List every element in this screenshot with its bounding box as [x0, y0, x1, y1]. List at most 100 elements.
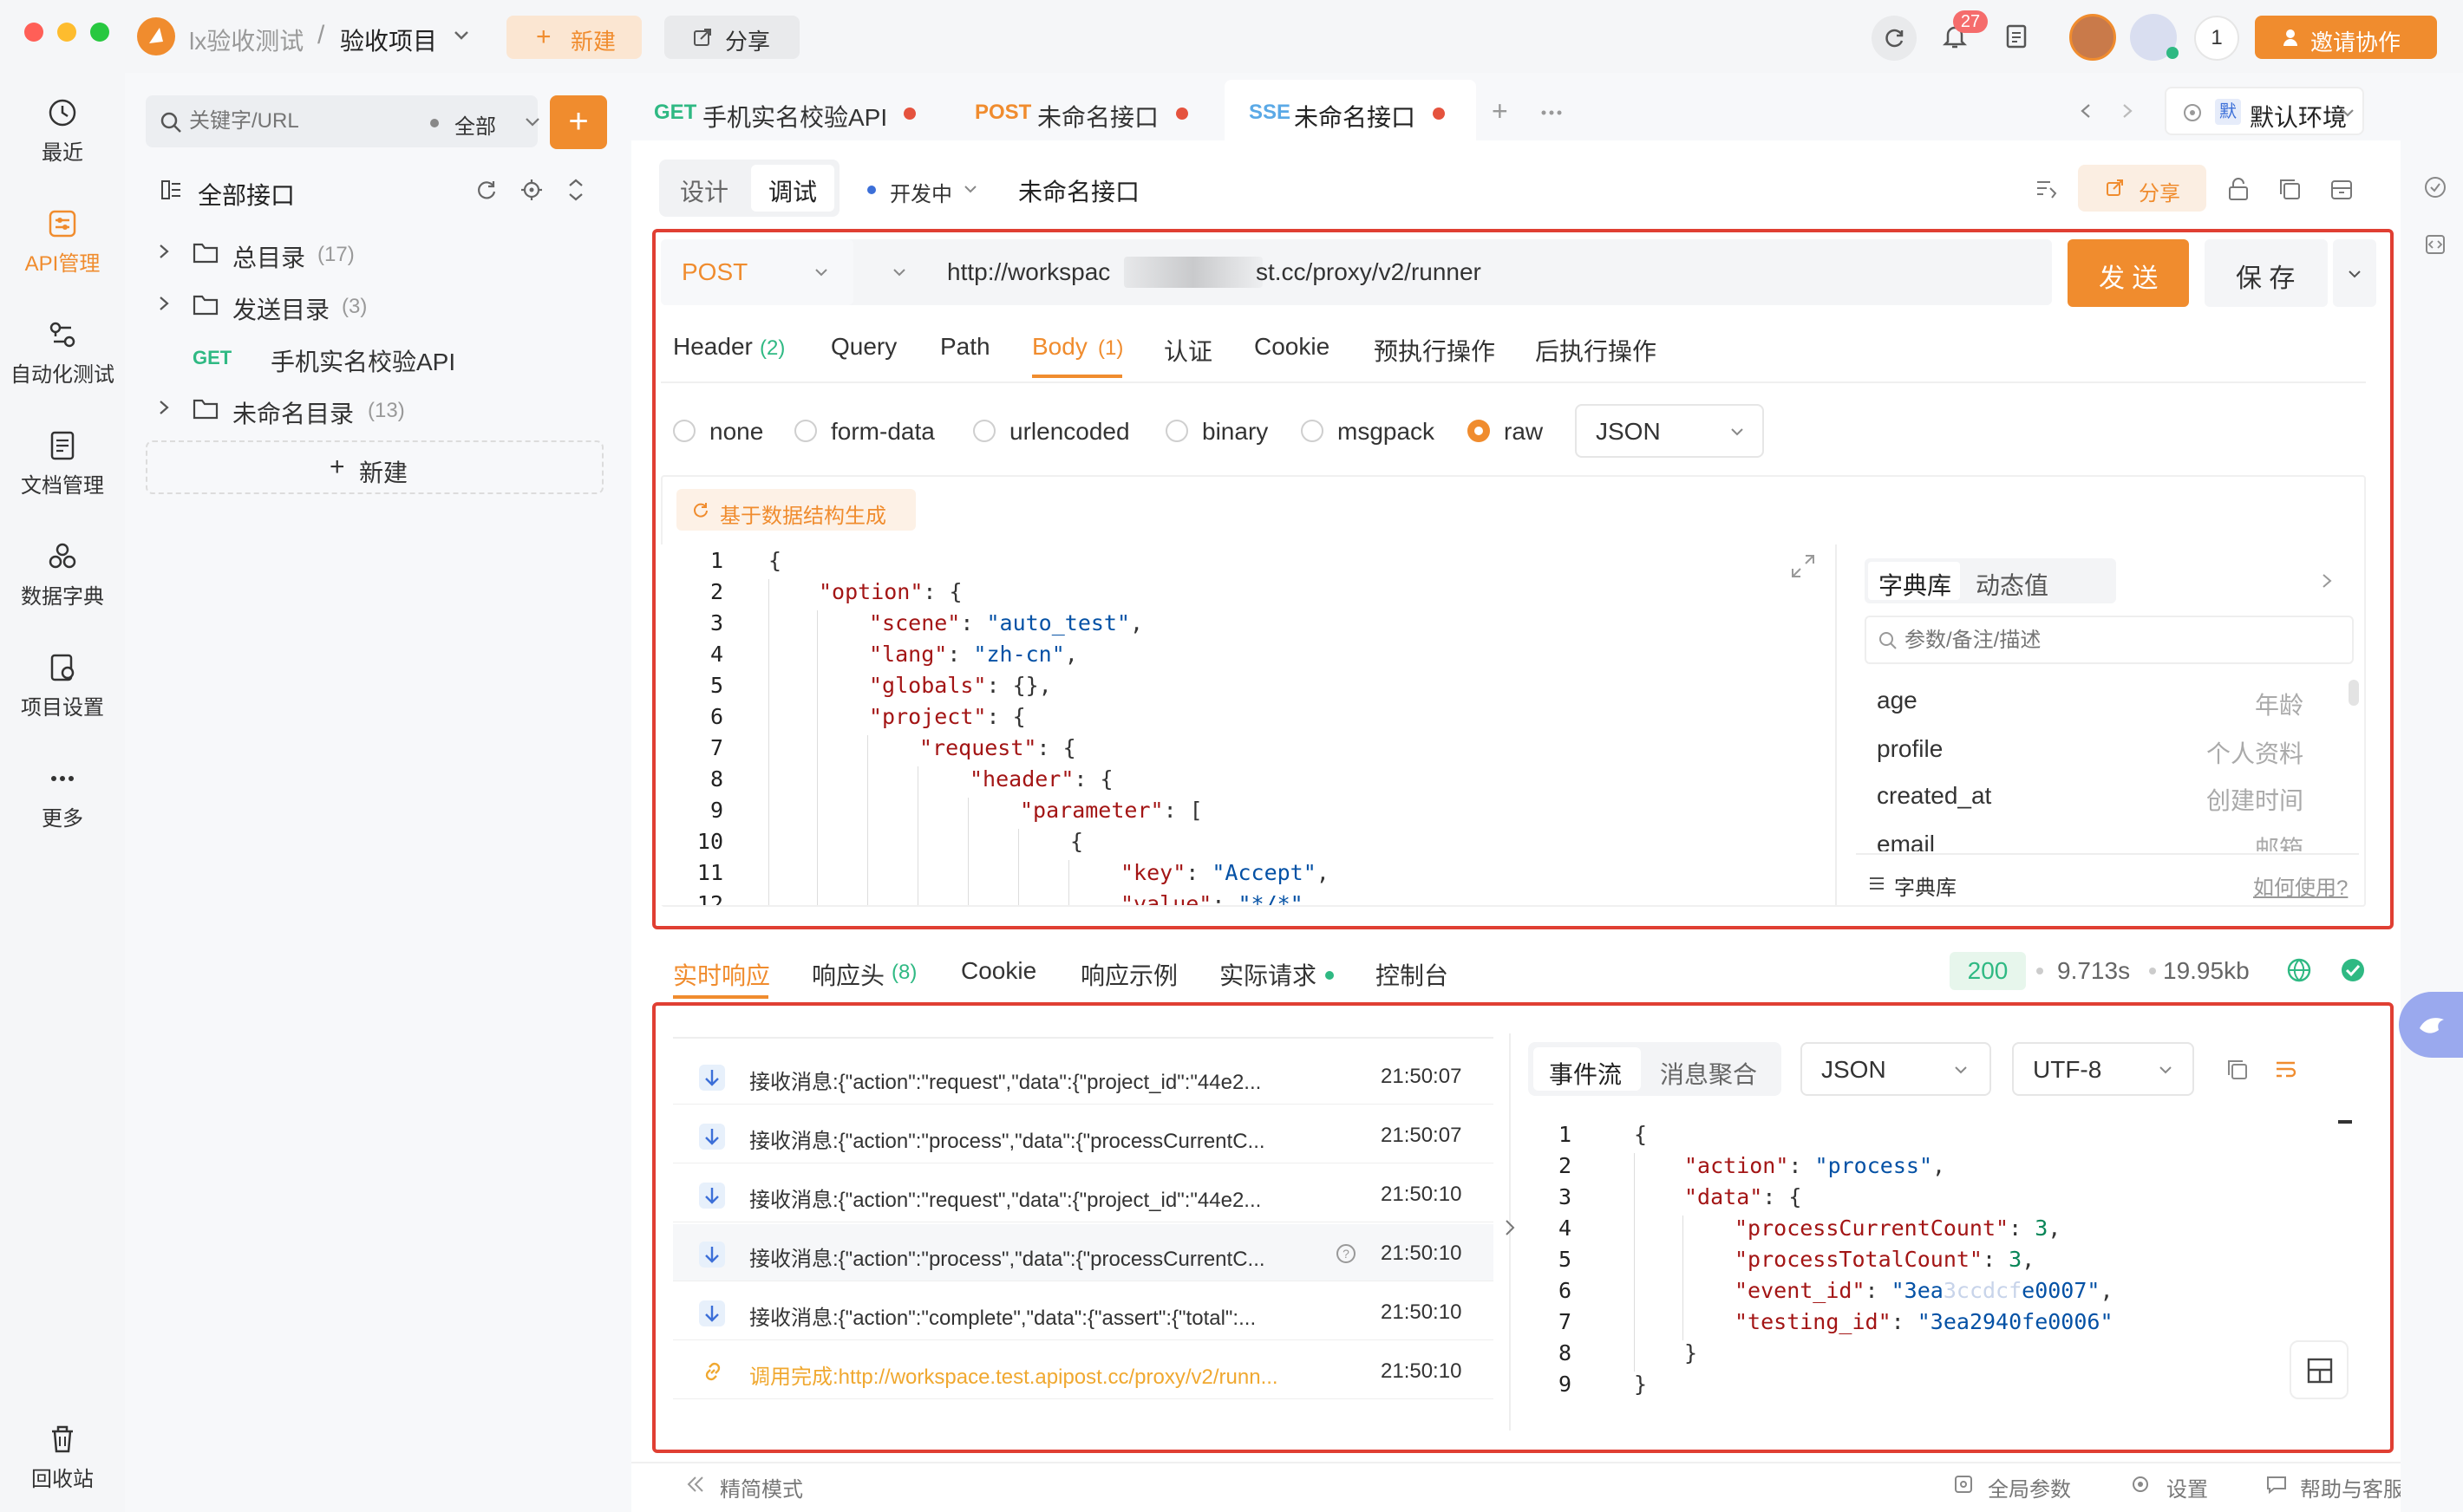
nav-label: 项目设置: [21, 696, 104, 720]
api-name-field[interactable]: 未命名接口: [1018, 173, 1140, 208]
environment-badge: 默: [2215, 99, 2241, 125]
tab-response-cookie[interactable]: Cookie: [961, 957, 1036, 985]
add-api-button[interactable]: +: [550, 95, 607, 149]
chevron-left-icon[interactable]: [2080, 102, 2092, 120]
code-icon[interactable]: [2425, 234, 2446, 255]
tab-design[interactable]: 设计: [680, 173, 728, 208]
search-input[interactable]: [189, 106, 363, 137]
help-support-button[interactable]: 帮助与客服: [2300, 1472, 2404, 1502]
filter-dropdown[interactable]: 全部: [454, 109, 496, 140]
tab-get-api[interactable]: GET 手机实名校验API: [638, 83, 951, 140]
tree-item-label: 未命名目录: [232, 401, 355, 427]
chevron-down-icon: [526, 118, 539, 127]
data-dictionary-icon: [49, 543, 76, 569]
add-tab-button[interactable]: +: [1492, 95, 1508, 127]
window-maximize-button[interactable]: [90, 23, 109, 42]
avatar[interactable]: [2069, 14, 2116, 61]
tab-debug[interactable]: 调试: [751, 165, 834, 212]
nav-item-api[interactable]: API管理: [0, 206, 125, 277]
sync-button[interactable]: [1872, 16, 1917, 61]
window-minimize-button[interactable]: [57, 23, 76, 42]
history-icon: [49, 99, 76, 127]
nav-label: 更多: [42, 807, 83, 831]
member-count[interactable]: 1: [2194, 16, 2239, 61]
tab-label: 手机实名校验API: [702, 104, 888, 131]
left-navigation: 最近 API管理 自动化测试 文档管理 数据字典 项目设置 更多 回收站: [0, 73, 125, 1512]
new-button-label: 新建: [571, 29, 617, 55]
active-tab-underline: [673, 995, 768, 999]
plus-icon: +: [536, 23, 552, 51]
app-logo-icon: [137, 17, 175, 55]
breadcrumb-separator: /: [317, 21, 325, 49]
invite-button[interactable]: 邀请协作: [2255, 16, 2437, 59]
share-button[interactable]: 分享: [664, 16, 800, 59]
invite-button-label: 邀请协作: [2310, 29, 2401, 55]
tab-sse-api[interactable]: SSE 未命名接口: [1225, 80, 1476, 140]
filter-dot: [430, 119, 439, 127]
new-button[interactable]: + 新建: [506, 16, 642, 59]
all-apis-label[interactable]: 全部接口: [198, 177, 295, 212]
nav-item-automation[interactable]: 自动化测试: [0, 317, 125, 388]
nav-item-dictionary[interactable]: 数据字典: [0, 539, 125, 609]
tree-new-button[interactable]: + 新建: [146, 440, 604, 494]
nav-item-docs[interactable]: 文档管理: [0, 428, 125, 499]
request-share-button[interactable]: 分享: [2078, 165, 2206, 212]
window-close-button[interactable]: [24, 23, 43, 42]
double-chevron-left-icon: [687, 1476, 703, 1492]
more-icon[interactable]: [1540, 109, 1563, 116]
chevron-down-icon: [2342, 109, 2354, 117]
check-circle-outline-icon[interactable]: [2423, 175, 2447, 199]
chevron-right-icon[interactable]: [2121, 102, 2133, 120]
tree-folder[interactable]: 总目录 (17): [125, 231, 631, 274]
nav-item-recent[interactable]: 最近: [0, 95, 125, 166]
document-icon[interactable]: [2005, 24, 2028, 49]
tab-label: 响应头: [812, 962, 885, 989]
tab-response-example[interactable]: 响应示例: [1081, 957, 1178, 992]
nav-item-trash[interactable]: 回收站: [0, 1422, 125, 1492]
environment-label: 默认环境: [2250, 104, 2348, 131]
compact-mode-button[interactable]: 精简模式: [720, 1472, 803, 1502]
format-icon[interactable]: [2035, 177, 2059, 199]
share-icon: [2107, 179, 2123, 196]
archive-icon[interactable]: [2329, 177, 2354, 201]
nav-label: 文档管理: [21, 474, 104, 498]
settings-button[interactable]: 设置: [2166, 1472, 2208, 1502]
nav-item-more[interactable]: 更多: [0, 761, 125, 831]
environment-selector[interactable]: 默 默认环境: [2165, 87, 2364, 135]
assistant-float-button[interactable]: [2399, 992, 2463, 1058]
global-params-button[interactable]: 全局参数: [1988, 1472, 2071, 1502]
unsaved-dot: [904, 108, 916, 120]
eye-icon: [2184, 104, 2201, 121]
tree-api-item[interactable]: GET 手机实名校验API: [125, 335, 631, 378]
refresh-icon[interactable]: [475, 179, 498, 201]
locate-icon[interactable]: [520, 179, 543, 201]
chevron-right-icon: [160, 244, 169, 258]
tab-realtime-response[interactable]: 实时响应: [673, 957, 770, 992]
chevron-right-icon: [160, 297, 169, 310]
highlight-box-request: [652, 229, 2394, 929]
trash-icon: [52, 1425, 73, 1453]
project-group-label[interactable]: lx验收测试: [189, 23, 304, 57]
lock-icon[interactable]: [2227, 177, 2250, 201]
project-name-dropdown[interactable]: 验收项目: [340, 23, 437, 57]
tab-label: 实际请求: [1219, 962, 1317, 989]
nav-item-project-settings[interactable]: 项目设置: [0, 650, 125, 720]
nav-label: 回收站: [31, 1468, 94, 1491]
copy-icon[interactable]: [2277, 177, 2302, 201]
expand-collapse-icon[interactable]: [565, 177, 586, 203]
tree-item-count: (17): [317, 243, 355, 266]
tree-folder[interactable]: 发送目录 (3): [125, 283, 631, 326]
global-params-icon: [1955, 1476, 1972, 1493]
tab-console[interactable]: 控制台: [1375, 957, 1448, 992]
tree-folder[interactable]: 未命名目录 (13): [125, 387, 631, 430]
notification-badge: 27: [1953, 10, 1988, 33]
tab-post-api[interactable]: POST 未命名接口: [954, 83, 1205, 140]
unsaved-dot: [1176, 108, 1188, 120]
api-list-icon: [161, 180, 180, 199]
chat-icon: [2267, 1476, 2286, 1495]
folder-icon: [193, 399, 219, 420]
method-badge: SSE: [1249, 101, 1291, 124]
globe-icon[interactable]: [2286, 957, 2312, 983]
status-dropdown[interactable]: 开发中: [890, 177, 952, 207]
chevron-down-icon: [964, 186, 977, 193]
